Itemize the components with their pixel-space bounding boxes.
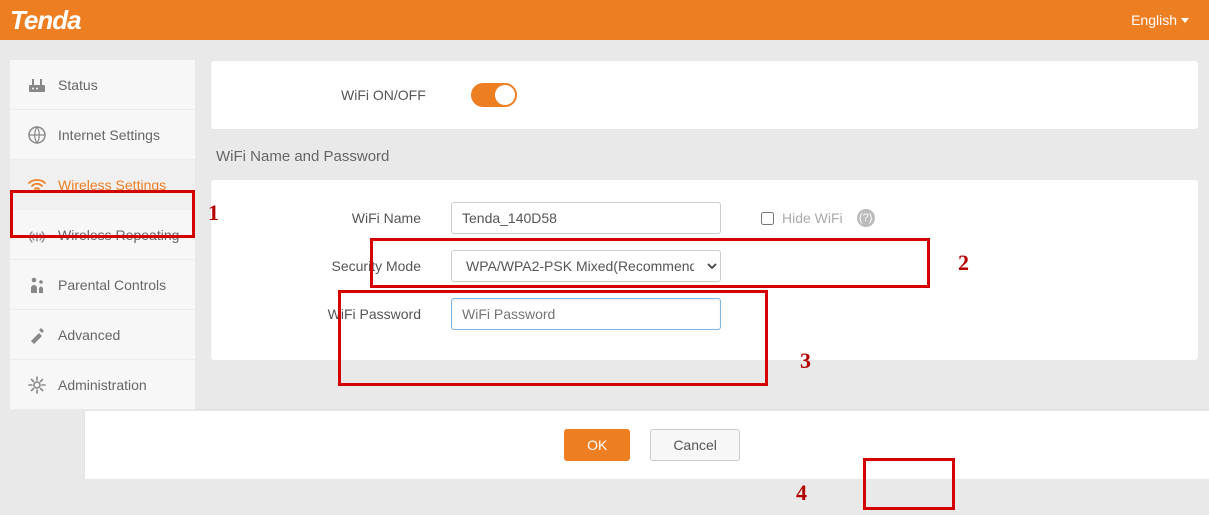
family-icon xyxy=(26,274,48,296)
hide-wifi-label: Hide WiFi xyxy=(782,210,843,226)
sidebar-item-label: Wireless Settings xyxy=(58,177,166,193)
caret-down-icon xyxy=(1181,18,1189,23)
security-mode-label: Security Mode xyxy=(211,258,451,274)
tools-icon xyxy=(26,324,48,346)
wifi-name-label: WiFi Name xyxy=(211,210,451,226)
globe-icon xyxy=(26,124,48,146)
wifi-password-input[interactable] xyxy=(451,298,721,330)
sidebar-item-label: Wireless Repeating xyxy=(58,227,179,243)
wifi-icon xyxy=(26,174,48,196)
sidebar-item-status[interactable]: Status xyxy=(10,60,195,110)
cancel-button[interactable]: Cancel xyxy=(650,429,740,461)
sidebar-item-administration[interactable]: Administration xyxy=(10,360,195,410)
section-title: WiFi Name and Password xyxy=(216,148,1199,165)
router-icon xyxy=(26,74,48,96)
sidebar-item-internet[interactable]: Internet Settings xyxy=(10,110,195,160)
security-mode-select[interactable]: WPA/WPA2-PSK Mixed(Recommend) xyxy=(451,250,721,282)
sidebar: Status Internet Settings Wireless Settin… xyxy=(10,60,195,410)
language-label: English xyxy=(1131,12,1177,28)
sidebar-item-label: Status xyxy=(58,77,98,93)
sidebar-item-label: Internet Settings xyxy=(58,127,160,143)
footer-bar: OK Cancel xyxy=(85,410,1209,479)
ok-button[interactable]: OK xyxy=(564,429,630,461)
sidebar-item-label: Administration xyxy=(58,377,147,393)
wifi-settings-panel: WiFi Name Hide WiFi (?) Security Mode WP… xyxy=(210,179,1199,361)
sidebar-item-wireless[interactable]: Wireless Settings xyxy=(10,160,195,210)
toggle-knob xyxy=(495,85,515,105)
help-icon[interactable]: (?) xyxy=(857,209,875,227)
gear-icon xyxy=(26,374,48,396)
language-dropdown[interactable]: English xyxy=(1131,12,1189,28)
sidebar-item-parental[interactable]: Parental Controls xyxy=(10,260,195,310)
annotation-number-4: 4 xyxy=(796,480,807,506)
wifi-onoff-label: WiFi ON/OFF xyxy=(341,87,471,103)
top-header: Tenda English xyxy=(0,0,1209,40)
sidebar-item-repeating[interactable]: Wireless Repeating xyxy=(10,210,195,260)
wifi-onoff-toggle[interactable] xyxy=(471,83,517,107)
wifi-onoff-panel: WiFi ON/OFF xyxy=(210,60,1199,130)
sidebar-item-label: Advanced xyxy=(58,327,120,343)
hide-wifi-option[interactable]: Hide WiFi xyxy=(761,210,843,226)
sidebar-item-advanced[interactable]: Advanced xyxy=(10,310,195,360)
brand-logo: Tenda xyxy=(10,5,81,36)
sidebar-item-label: Parental Controls xyxy=(58,277,166,293)
signal-icon xyxy=(26,224,48,246)
wifi-name-input[interactable] xyxy=(451,202,721,234)
hide-wifi-checkbox[interactable] xyxy=(761,212,774,225)
wifi-password-label: WiFi Password xyxy=(211,306,451,322)
